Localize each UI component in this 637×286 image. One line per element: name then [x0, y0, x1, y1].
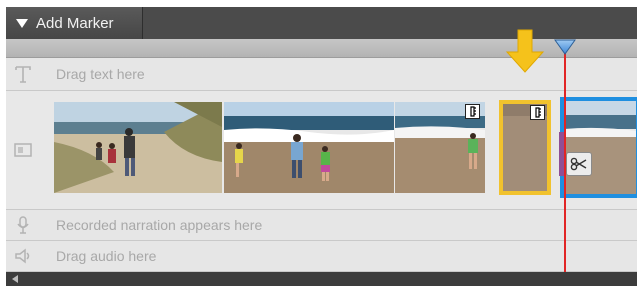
- video-clip-1[interactable]: [54, 102, 222, 193]
- speaker-icon: [15, 248, 30, 264]
- add-marker-label: Add Marker: [36, 14, 114, 32]
- video-clip-4-highlighted[interactable]: [499, 100, 551, 195]
- video-clip-2[interactable]: [224, 102, 394, 193]
- audio-track[interactable]: Drag audio here: [6, 241, 637, 272]
- timeline-panel: Add Marker Drag text here Recorded narra…: [6, 7, 637, 286]
- add-marker-button[interactable]: Add Marker: [6, 7, 143, 39]
- transition-badge-icon[interactable]: [530, 105, 545, 120]
- clip-thumbnail: [564, 101, 636, 194]
- playhead-handle-icon[interactable]: [553, 38, 577, 56]
- dropdown-triangle-icon: [16, 18, 28, 28]
- transition-badge-icon[interactable]: [465, 104, 480, 119]
- scroll-left-arrow-icon[interactable]: [12, 275, 18, 283]
- video-track-icon: [14, 143, 32, 157]
- narration-track[interactable]: Recorded narration appears here: [6, 210, 637, 241]
- scissors-icon[interactable]: [566, 152, 592, 176]
- video-clip-3[interactable]: [395, 102, 485, 193]
- microphone-icon: [17, 216, 29, 234]
- narration-track-hint: Recorded narration appears here: [56, 217, 263, 233]
- audio-track-hint: Drag audio here: [56, 248, 157, 264]
- text-track-hint: Drag text here: [56, 66, 145, 82]
- video-track[interactable]: [6, 91, 637, 210]
- down-arrow-indicator-icon: [505, 29, 545, 73]
- clip-thumbnail: [54, 102, 222, 193]
- clip-thumbnail: [224, 102, 394, 193]
- video-clip-5-selected[interactable]: [560, 97, 637, 198]
- horizontal-scrollbar[interactable]: [6, 272, 637, 286]
- text-icon: [15, 66, 31, 83]
